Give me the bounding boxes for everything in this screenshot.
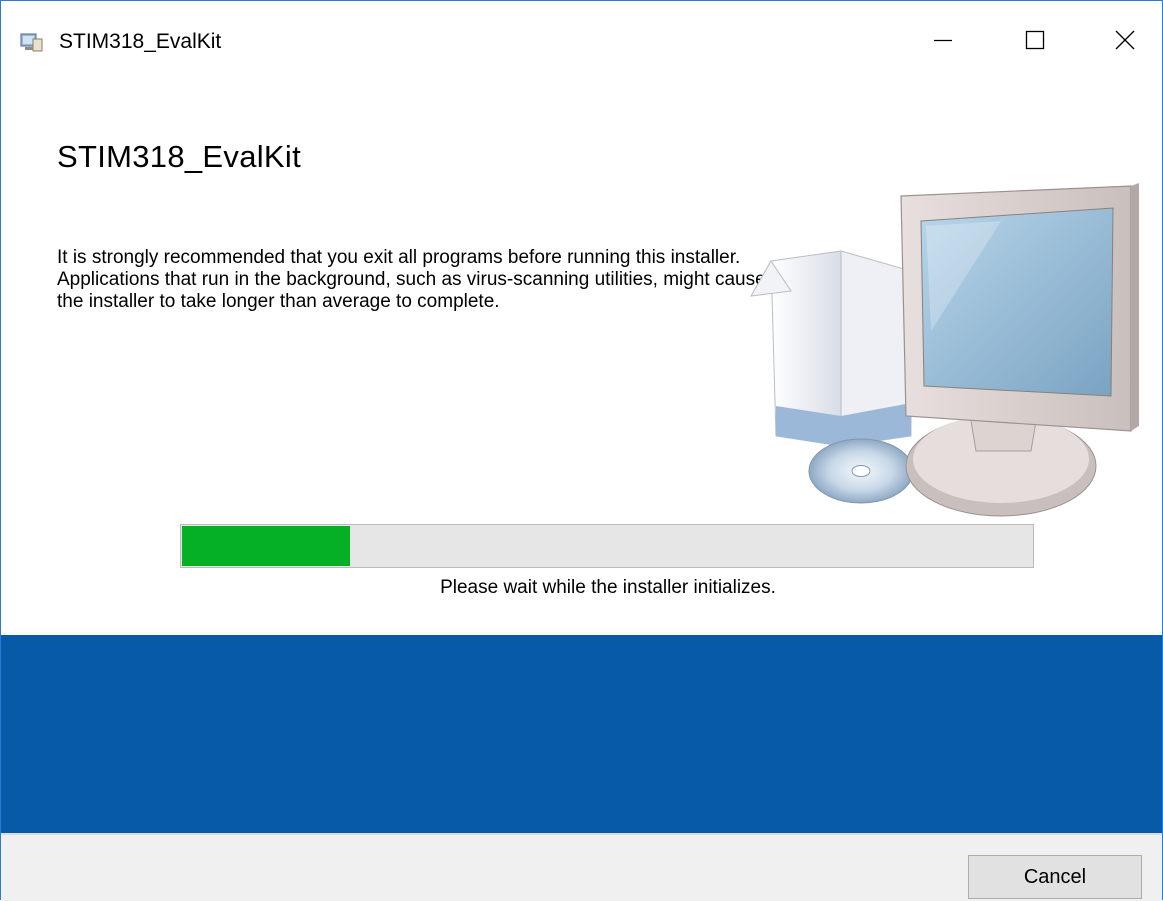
close-button[interactable] [1095, 19, 1155, 65]
footer-bar: Cancel [1, 833, 1162, 901]
cancel-button[interactable]: Cancel [968, 855, 1142, 899]
progress-bar-fill [182, 526, 351, 566]
progress-bar [180, 524, 1034, 568]
product-heading: STIM318_EvalKit [57, 139, 301, 174]
recommendation-text: It is strongly recommended that you exit… [57, 247, 766, 312]
title-bar[interactable]: STIM318_EvalKit [1, 1, 1162, 81]
progress-status-text: Please wait while the installer initiali… [440, 577, 776, 598]
close-icon [1115, 30, 1135, 55]
installer-app-icon [19, 31, 43, 53]
maximize-button[interactable] [1005, 19, 1065, 65]
minimize-icon [933, 30, 953, 55]
installer-window: STIM318_EvalKit STIM318_EvalKit It is st… [0, 0, 1163, 901]
computer-installer-icon [741, 181, 1141, 551]
minimize-button[interactable] [913, 19, 973, 65]
window-title: STIM318_EvalKit [59, 30, 222, 53]
maximize-icon [1025, 30, 1045, 55]
blue-banner [1, 635, 1162, 833]
